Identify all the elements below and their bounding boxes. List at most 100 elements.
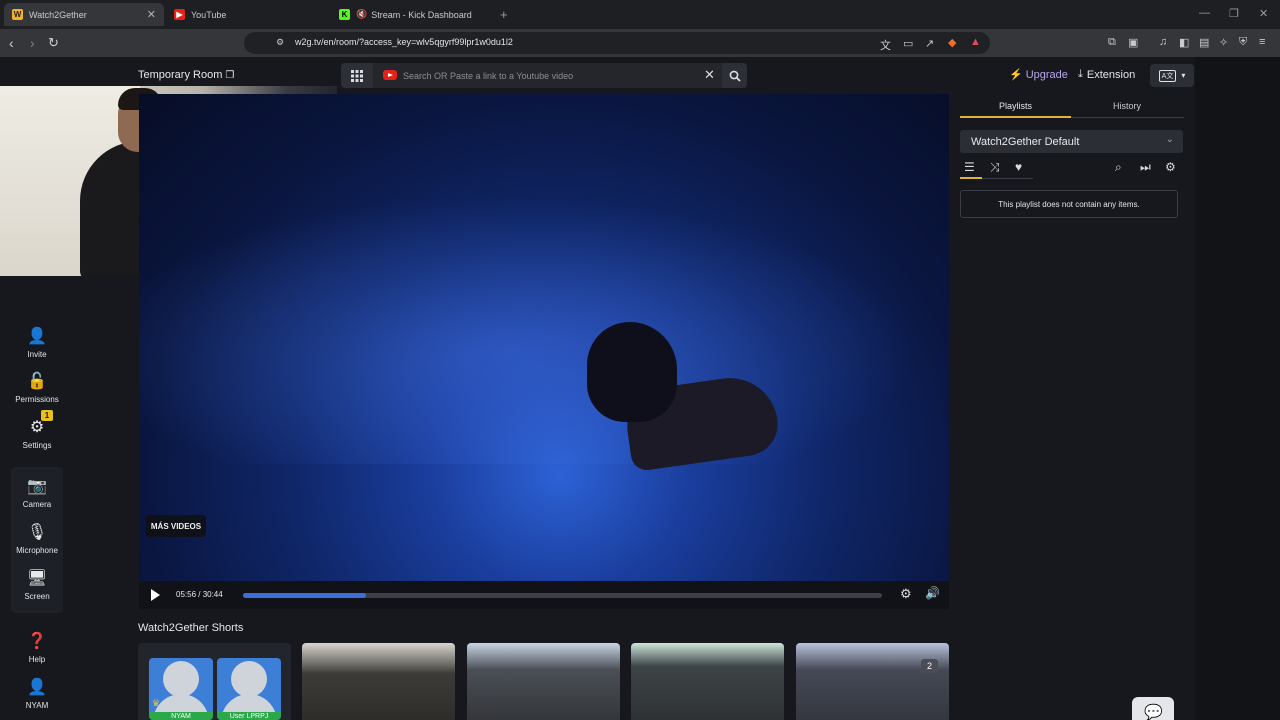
user-name: NYAM [149, 712, 213, 720]
sidebar-item-label: Help [28, 655, 46, 664]
sidebar-toggle-icon[interactable]: ◧ [1179, 36, 1189, 49]
youtube-icon[interactable] [383, 70, 397, 80]
add-user-icon: 👤 [27, 328, 47, 345]
gear-icon: ⚙ [29, 419, 45, 436]
clear-search-icon[interactable]: ✕ [704, 67, 715, 83]
extensions-icon[interactable]: ⧉ [1108, 36, 1116, 49]
forward-icon[interactable]: › [30, 35, 35, 51]
cast-icon[interactable]: ▭ [903, 37, 913, 50]
sidebar-item-label: Invite [27, 350, 47, 359]
tab-search-icon[interactable]: ▣ [1128, 36, 1138, 49]
tab-history[interactable]: History [1113, 101, 1141, 111]
share-icon[interactable]: ↗ [925, 37, 934, 50]
sidebar-item-camera[interactable]: 📷 Camera [0, 478, 74, 509]
watch2gether-room: Temporary Room ❐ ✕ ⚡ Upgrade ⤓ Extensi [0, 57, 1280, 720]
search-button[interactable] [722, 63, 747, 88]
short-thumbnail[interactable] [631, 643, 784, 720]
right-panel-tabs: Playlists History [960, 95, 1184, 118]
brave-rewards-icon[interactable]: ▲ [970, 36, 981, 48]
youtube-favicon-icon: ▶ [174, 9, 185, 20]
sidebar-item-label: Permissions [15, 395, 59, 404]
apps-grid-button[interactable] [341, 63, 373, 88]
copy-icon[interactable]: ❐ [225, 70, 234, 81]
user-avatar-card[interactable]: User LPRPJ [217, 658, 281, 720]
restore-icon[interactable]: ❐ [1229, 7, 1239, 20]
sidebar-item-help[interactable]: ❓ Help [0, 633, 74, 664]
language-icon: A文 [1158, 69, 1177, 82]
site-info-icon[interactable]: ⚙ [276, 37, 284, 48]
playlist-settings-icon[interactable]: ⚙ [1165, 160, 1176, 174]
seek-bar[interactable] [243, 593, 882, 598]
volume-icon[interactable]: 🔊 [925, 586, 940, 600]
sidebar-item-microphone[interactable]: 🎙 Microphone [0, 524, 74, 555]
download-icon: ⤓ [1078, 68, 1083, 80]
room-title[interactable]: Temporary Room ❐ [138, 69, 234, 81]
language-button[interactable]: A文 ▾ [1150, 64, 1194, 87]
minimize-icon[interactable]: — [1199, 7, 1210, 19]
short-thumbnail[interactable] [796, 643, 949, 720]
tab-title: Watch2Gether [29, 9, 87, 20]
microphone-icon: 🎙 [26, 524, 48, 541]
sidebar-item-profile[interactable]: 👤 NYAM [0, 679, 74, 710]
new-tab-button[interactable]: + [500, 3, 514, 26]
shorts-count-badge: 2 [921, 659, 938, 673]
translate-icon[interactable]: 文 [880, 37, 891, 53]
close-tab-icon[interactable]: ✕ [147, 8, 156, 21]
search-icon[interactable]: ⌕ [1115, 160, 1122, 175]
playlist-name: Watch2Gether Default [971, 136, 1080, 148]
sidebar-item-invite[interactable]: 👤 Invite [0, 328, 74, 359]
muted-icon[interactable]: 🔇 [356, 9, 367, 20]
close-window-icon[interactable]: ✕ [1259, 7, 1268, 20]
extension-link[interactable]: ⤓ Extension [1078, 68, 1135, 81]
sidebar-item-label: Screen [24, 592, 50, 601]
short-thumbnail[interactable] [302, 643, 455, 720]
tab-playlists[interactable]: Playlists [999, 101, 1032, 111]
room-title-text: Temporary Room [138, 69, 223, 81]
user-avatar-card[interactable]: ♛ NYAM [149, 658, 213, 720]
tab-youtube[interactable]: ▶ YouTube [166, 3, 326, 26]
media-icon[interactable]: ♫ [1159, 36, 1167, 48]
sidebar-item-permissions[interactable]: 🔓 Permissions [0, 373, 74, 404]
playback-time: 05:56 / 30:44 [176, 590, 223, 599]
tab-watch2gether[interactable]: W Watch2Gether ✕ [4, 3, 164, 26]
upgrade-link[interactable]: ⚡ Upgrade [1009, 68, 1068, 82]
upgrade-icon: ⚡ [1009, 69, 1023, 81]
address-bar[interactable]: ⚙ w2g.tv/en/room/?access_key=wlv5qgyrf99… [244, 32, 990, 54]
list-icon[interactable]: ☰ [964, 160, 975, 174]
user-icon: 👤 [27, 679, 47, 696]
heart-icon[interactable]: ♥ [1015, 160, 1022, 174]
back-icon[interactable]: ‹ [9, 35, 14, 51]
wallet-icon[interactable]: ▤ [1199, 36, 1209, 49]
search-icon [729, 70, 741, 82]
player-settings-icon[interactable]: ⚙ [900, 586, 912, 602]
more-videos-button[interactable]: MÁS VIDEOS [146, 515, 206, 537]
avatar [231, 661, 267, 697]
video-frame-water [139, 184, 949, 464]
shorts-title: Watch2Gether Shorts [138, 622, 244, 634]
crown-icon: ♛ [152, 698, 161, 708]
user-name: User LPRPJ [217, 712, 281, 720]
browser-toolbar: ‹ › ↻ ☐ ⚙ w2g.tv/en/room/?access_key=wlv… [0, 29, 1280, 57]
sidebar-item-screen[interactable]: 🖥 Screen [0, 570, 74, 601]
chat-button[interactable]: 💬 [1132, 697, 1174, 720]
vpn-icon[interactable]: ⛨ [1239, 36, 1247, 49]
reload-icon[interactable]: ↻ [48, 35, 59, 51]
active-tab-indicator [960, 116, 1071, 118]
play-icon[interactable] [151, 589, 160, 601]
playlist-select[interactable]: Watch2Gether Default ⌄ [960, 130, 1183, 153]
chat-bubbles-icon: 💬 [1144, 704, 1163, 720]
leo-ai-icon[interactable]: ✧ [1219, 36, 1228, 49]
sidebar-item-label: Camera [22, 500, 52, 509]
video-player[interactable] [139, 94, 949, 581]
tab-kick-dashboard[interactable]: K 🔇 Stream - Kick Dashboard [332, 3, 497, 26]
short-thumbnail[interactable] [467, 643, 620, 720]
search-input[interactable] [403, 63, 703, 88]
brave-shields-icon[interactable]: ◆ [948, 36, 956, 49]
url-text: w2g.tv/en/room/?access_key=wlv5qgyrf99lp… [295, 37, 513, 47]
skip-forward-icon[interactable]: ⏭ [1140, 160, 1151, 175]
menu-icon[interactable]: ≡ [1259, 36, 1265, 48]
sidebar-item-settings[interactable]: ⚙ Settings [0, 419, 74, 450]
page-gutter [1195, 57, 1280, 720]
shuffle-icon[interactable]: ⤨ [990, 160, 1000, 175]
browser-tab-bar: W Watch2Gether ✕ ▶ YouTube K 🔇 Stream - … [0, 0, 1280, 29]
